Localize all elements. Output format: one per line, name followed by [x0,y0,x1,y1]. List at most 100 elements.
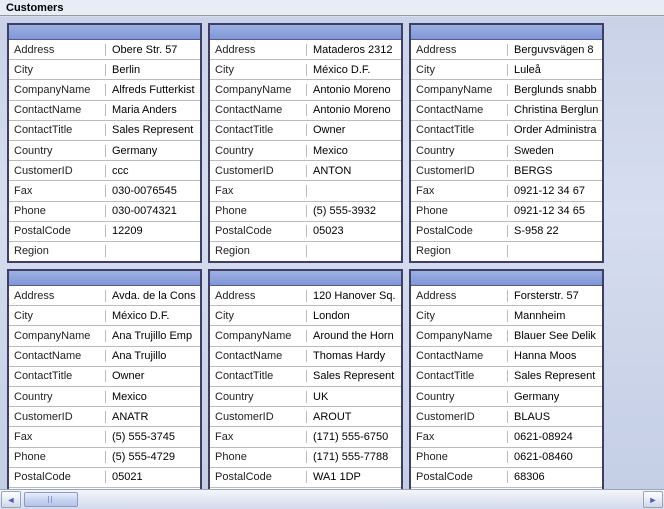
field-value[interactable]: (5) 555-4729 [106,451,200,463]
field-value[interactable]: México D.F. [106,310,200,322]
field-label: Address [411,44,508,56]
field-row: PostalCode12209 [9,222,200,242]
field-value[interactable]: 0921-12 34 67 [508,185,602,197]
field-label: City [411,310,508,322]
field-label: CustomerID [9,165,106,177]
field-row: AddressBerguvsvägen 8 [411,40,602,60]
field-value[interactable]: 68306 [508,471,602,483]
scrollbar-thumb[interactable] [24,492,78,507]
field-value[interactable]: Mexico [307,145,401,157]
card-header[interactable] [411,25,602,40]
field-value[interactable]: Mexico [106,391,200,403]
field-value[interactable]: Christina Berglun [508,104,602,116]
field-label: Fax [9,185,106,197]
field-value[interactable]: Forsterstr. 57 [508,290,602,302]
field-value[interactable]: (5) 555-3745 [106,431,200,443]
field-row: CountryMexico [210,141,401,161]
field-value[interactable]: Thomas Hardy [307,350,401,362]
field-row: CompanyNameAround the Horn [210,326,401,346]
field-value[interactable]: BERGS [508,165,602,177]
field-value[interactable]: Around the Horn [307,330,401,342]
field-value[interactable]: S-958 22 [508,225,602,237]
field-row: Phone(171) 555-7788 [210,448,401,468]
field-value[interactable]: Berlin [106,64,200,76]
field-row: CustomerIDBLAUS [411,407,602,427]
card-header[interactable] [210,25,401,40]
field-value[interactable]: Sales Represent [508,370,602,382]
field-value[interactable]: Mataderos 2312 [307,44,401,56]
field-value[interactable]: ANATR [106,411,200,423]
field-row: ContactTitleOrder Administra [411,121,602,141]
field-value[interactable]: Obere Str. 57 [106,44,200,56]
field-value[interactable]: AROUT [307,411,401,423]
field-value[interactable]: Luleå [508,64,602,76]
card-header[interactable] [9,25,200,40]
field-label: Fax [411,431,508,443]
field-value[interactable]: Alfreds Futterkist [106,84,200,96]
field-value[interactable]: Order Administra [508,124,602,136]
field-label: CustomerID [210,165,307,177]
field-value[interactable]: 0621-08924 [508,431,602,443]
field-value[interactable]: ANTON [307,165,401,177]
field-row: CustomerIDANATR [9,407,200,427]
field-value[interactable]: 0921-12 34 65 [508,205,602,217]
field-value[interactable]: Sweden [508,145,602,157]
field-row: PostalCode05021 [9,468,200,488]
field-value[interactable]: 05021 [106,471,200,483]
field-value[interactable]: WA1 1DP [307,471,401,483]
field-row: Fax [210,181,401,201]
field-value[interactable]: (171) 555-6750 [307,431,401,443]
field-value[interactable]: London [307,310,401,322]
field-value[interactable]: Avda. de la Cons [106,290,200,302]
field-value[interactable]: 120 Hanover Sq. [307,290,401,302]
field-value[interactable]: Germany [106,145,200,157]
field-row: ContactNameMaria Anders [9,101,200,121]
field-label: Region [210,245,307,257]
field-label: PostalCode [411,471,508,483]
field-value[interactable]: Mannheim [508,310,602,322]
field-value[interactable]: 030-0076545 [106,185,200,197]
field-value[interactable]: 030-0074321 [106,205,200,217]
field-value[interactable]: Owner [307,124,401,136]
field-row: Phone030-0074321 [9,202,200,222]
field-row: ContactTitleSales Represent [9,121,200,141]
field-value[interactable]: Ana Trujillo [106,350,200,362]
scroll-left-button[interactable]: ◄ [1,491,21,508]
field-value[interactable]: Maria Anders [106,104,200,116]
card-header[interactable] [411,271,602,286]
field-label: CompanyName [9,84,106,96]
field-value[interactable]: ccc [106,165,200,177]
record-card: AddressForsterstr. 57CityMannheimCompany… [409,269,604,490]
field-value[interactable]: Berglunds snabb [508,84,602,96]
field-value[interactable]: Hanna Moos [508,350,602,362]
card-header[interactable] [9,271,200,286]
field-value[interactable]: Antonio Moreno [307,104,401,116]
field-value[interactable]: Sales Represent [106,124,200,136]
scrollbar-track[interactable] [22,492,642,507]
field-value[interactable]: (5) 555-3932 [307,205,401,217]
field-value[interactable]: Owner [106,370,200,382]
field-value[interactable]: 12209 [106,225,200,237]
field-value[interactable]: BLAUS [508,411,602,423]
field-value[interactable]: Ana Trujillo Emp [106,330,200,342]
horizontal-scrollbar[interactable]: ◄ ► [0,489,664,509]
field-value[interactable]: Antonio Moreno [307,84,401,96]
field-row: AddressAvda. de la Cons [9,286,200,306]
field-value[interactable]: México D.F. [307,64,401,76]
field-value[interactable]: 05023 [307,225,401,237]
field-row: Fax0621-08924 [411,427,602,447]
field-row: PostalCode68306 [411,468,602,488]
field-value[interactable]: Germany [508,391,602,403]
field-row: Region [210,242,401,261]
field-value[interactable]: 0621-08460 [508,451,602,463]
field-value[interactable]: Berguvsvägen 8 [508,44,602,56]
field-value[interactable]: Sales Represent [307,370,401,382]
field-row: CountryMexico [9,387,200,407]
field-row: Fax(5) 555-3745 [9,427,200,447]
field-value[interactable]: Blauer See Delik [508,330,602,342]
field-label: Phone [210,451,307,463]
scroll-right-button[interactable]: ► [643,491,663,508]
field-value[interactable]: (171) 555-7788 [307,451,401,463]
field-value[interactable]: UK [307,391,401,403]
card-header[interactable] [210,271,401,286]
